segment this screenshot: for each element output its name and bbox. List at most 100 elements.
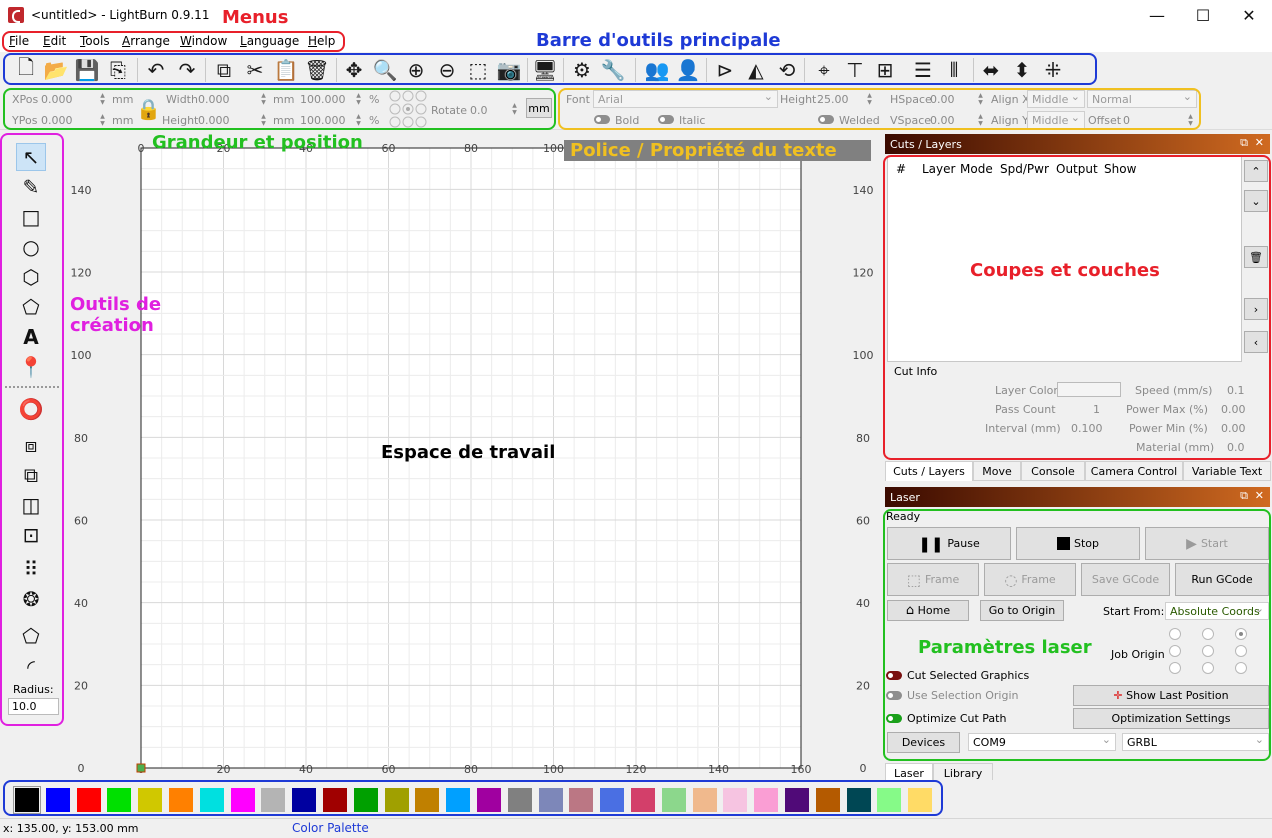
grid-array-icon[interactable]: ⠿ [16,555,46,583]
origin-radio-bc[interactable] [1202,662,1214,674]
cut-selected-toggle[interactable] [886,671,902,680]
palette-swatch[interactable] [261,788,286,812]
delete-layer-icon[interactable]: 🗑 [1244,246,1268,268]
palette-swatch[interactable] [292,788,317,812]
circular-array-icon[interactable]: ❂ [16,585,46,613]
menu-edit[interactable]: Edit [43,34,66,48]
move-layer-down-icon[interactable]: ⌄ [1244,190,1268,212]
anchor-grid[interactable] [388,90,428,128]
offset-field[interactable]: 0 [1123,114,1130,127]
show-last-position-button[interactable]: ✛ Show Last Position [1073,685,1269,706]
frame-rubberband-button[interactable]: ◌ Frame [984,563,1076,596]
frame-selection-icon[interactable]: ⬚ [464,56,492,84]
mirror-horizontal-icon[interactable]: ⊳ [711,56,739,84]
palette-swatch[interactable] [446,788,471,812]
redo-icon[interactable]: ↷ [173,56,201,84]
scale-y-spinner[interactable]: ▲ ▼ [354,113,363,127]
origin-radio-tl[interactable] [1169,628,1181,640]
welded-toggle[interactable] [818,115,834,124]
bold-toggle[interactable] [594,115,610,124]
tab-camera-control[interactable]: Camera Control [1085,461,1183,481]
palette-swatch[interactable] [384,788,409,812]
close-button[interactable]: ✕ [1226,0,1272,31]
start-from-select[interactable]: Absolute Coords [1165,602,1269,620]
delete-icon[interactable]: 🗑 [303,56,331,84]
origin-radio-bl[interactable] [1169,662,1181,674]
menu-file[interactable]: File [9,34,29,48]
layer-color-swatch[interactable] [1057,382,1121,397]
ypos-spinner[interactable]: ▲ ▼ [98,113,107,127]
weld-icon[interactable]: ⊡ [16,521,46,549]
palette-swatch[interactable] [692,788,717,812]
text-height-spinner[interactable]: ▲ ▼ [865,92,874,106]
palette-swatch[interactable] [569,788,594,812]
select-tool-icon[interactable]: ↖ [16,143,46,171]
hspace-spinner[interactable]: ▲ ▼ [976,92,985,106]
cut-icon[interactable]: ✂ [241,56,269,84]
menu-language[interactable]: Language [240,34,299,48]
ypos-field[interactable]: 0.000 [41,114,73,127]
palette-swatch[interactable] [415,788,440,812]
palette-swatch[interactable] [76,788,101,812]
palette-swatch[interactable] [45,788,70,812]
move-layer-up-icon[interactable]: ⌃ [1244,160,1268,182]
edit-nodes-icon[interactable]: ⬠ [16,622,46,650]
height-field[interactable]: 0.000 [198,114,230,127]
save-icon[interactable]: 💾 [73,56,101,84]
origin-radio-tr[interactable] [1235,628,1247,640]
palette-swatch[interactable] [477,788,501,812]
vspace-field[interactable]: 0.00 [930,114,955,127]
controller-select[interactable]: GRBL [1122,733,1269,751]
palette-swatch[interactable] [230,788,255,812]
offset-shapes-icon[interactable]: ⭕ [16,395,46,423]
corner-radius-icon[interactable]: ◜ [16,653,46,681]
palette-swatch[interactable] [538,788,563,812]
origin-radio-mr[interactable] [1235,645,1247,657]
text-height-field[interactable]: 25.00 [817,93,849,106]
move-icon[interactable]: ✥ [340,56,368,84]
align-center-icon[interactable]: ⌖ [810,56,838,84]
units-button[interactable]: mm [526,98,552,118]
alignx-select[interactable]: Middle [1027,90,1085,108]
rotate-icon[interactable]: ⟲ [773,56,801,84]
palette-swatch[interactable] [600,788,625,812]
distribute-vertical-icon[interactable]: ⬍ [1008,56,1036,84]
tab-variable-text[interactable]: Variable Text [1183,461,1271,481]
boolean-intersect-icon[interactable]: ◫ [16,491,46,519]
xpos-spinner[interactable]: ▲ ▼ [98,92,107,106]
width-field[interactable]: 0.000 [198,93,230,106]
polygon-tool-icon[interactable]: ⬡ [16,263,46,291]
palette-swatch[interactable] [877,788,902,812]
palette-swatch[interactable] [631,788,655,812]
rotate-field[interactable]: 0.0 [470,104,488,117]
zoom-out-icon[interactable]: ⊖ [433,56,461,84]
layers-table[interactable]: # Layer Mode Spd/Pwr Output Show [887,156,1242,362]
laser-undock-icon[interactable]: ⧉ [1240,489,1248,503]
power-min-field[interactable]: 0.00 [1221,422,1246,435]
speed-field[interactable]: 0.1 [1227,384,1245,397]
power-max-field[interactable]: 0.00 [1221,403,1246,416]
palette-swatch[interactable] [846,788,871,812]
rectangle-tool-icon[interactable]: □ [16,203,46,231]
tab-console[interactable]: Console [1021,461,1085,481]
palette-swatch[interactable] [107,788,132,812]
boolean-difference-icon[interactable]: ⧉ [16,461,46,489]
monitor-icon[interactable]: 🖥 [531,56,559,84]
tab-cuts-layers[interactable]: Cuts / Layers [885,461,973,481]
text-style-select[interactable]: Normal [1087,90,1197,108]
align-middle-icon[interactable]: ⊞ [871,56,899,84]
scale-y-field[interactable]: 100.000 [300,114,346,127]
expand-layer-icon[interactable]: › [1244,298,1268,320]
camera-icon[interactable]: 📷 [495,56,523,84]
minimize-button[interactable]: — [1134,0,1180,31]
optimization-settings-button[interactable]: Optimization Settings [1073,708,1269,729]
ellipse-tool-icon[interactable]: ○ [16,233,46,261]
move-together-icon[interactable]: ⁜ [1039,56,1067,84]
save-gcode-button[interactable]: Save GCode [1081,563,1170,596]
distribute-horizontal-icon[interactable]: ⬌ [977,56,1005,84]
new-file-icon[interactable]: 🗋 [12,55,40,84]
paste-icon[interactable]: 📋 [272,56,300,84]
vspace-spinner[interactable]: ▲ ▼ [976,113,985,127]
panel-close-icon[interactable]: ✕ [1255,136,1264,149]
palette-swatch[interactable] [661,788,686,812]
